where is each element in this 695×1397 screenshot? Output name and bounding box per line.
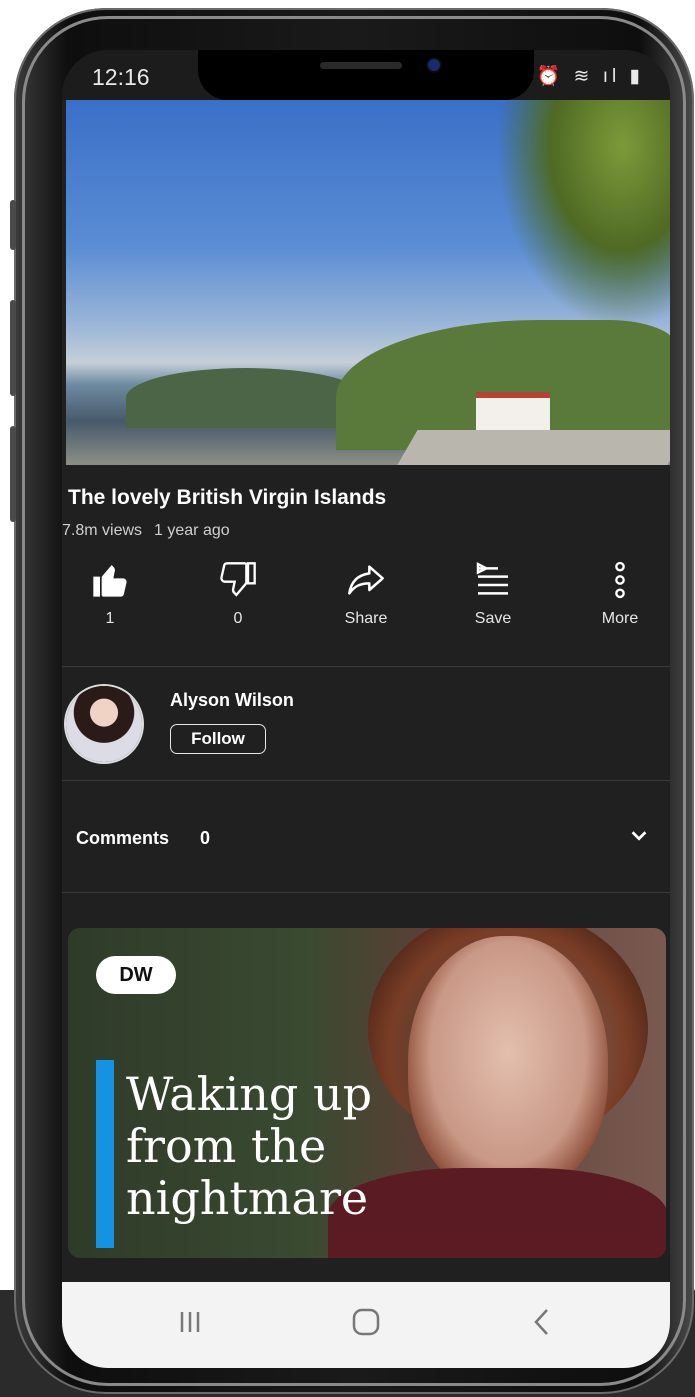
save-button[interactable]: Save [443,560,543,628]
phone-volume-up [10,300,16,396]
recent-apps-icon[interactable] [160,1302,220,1342]
system-nav-bar [62,1282,670,1368]
dislike-count: 0 [233,610,243,627]
divider [62,780,670,781]
like-button[interactable]: 1 [62,560,160,628]
headline-line: from the [126,1119,327,1173]
video-age: 1 year ago [154,522,230,539]
video-scene-palm [496,100,670,330]
like-count: 1 [105,610,115,627]
status-icons: ⏰ ≋ ıl ▮ [536,66,644,87]
share-icon [348,565,384,595]
video-title: The lovely British Virgin Islands [68,486,387,509]
phone-side-button [10,200,16,250]
more-label: More [601,610,639,627]
save-label: Save [474,610,512,627]
follow-button[interactable]: Follow [170,724,266,754]
front-camera [428,59,440,71]
video-meta: 7.8m views 1 year ago [62,522,242,540]
channel-name[interactable]: Alyson Wilson [170,690,294,711]
video-player[interactable] [66,100,670,465]
next-video-thumbnail[interactable]: DW Waking up from the nightmare [68,928,666,1258]
status-time: 12:16 [92,64,150,90]
headline-accent-bar [96,1060,114,1248]
comments-count: 0 [200,828,211,848]
thumbnail-headline: Waking up from the nightmare [126,1068,426,1224]
share-label: Share [344,610,388,627]
avatar[interactable] [66,686,142,762]
share-button[interactable]: Share [316,560,416,628]
comments-label: Comments [76,828,170,848]
speaker-grill [320,62,402,69]
phone-screen: 12:16 ⏰ ≋ ıl ▮ The lovely British Virgin… [62,50,670,1368]
save-playlist-icon [476,562,508,595]
home-icon[interactable] [336,1302,396,1342]
video-scene-hill [126,368,366,428]
thumbs-up-icon [93,565,127,597]
dislike-button[interactable]: 0 [188,560,288,628]
channel-row: Alyson Wilson Follow [62,668,670,780]
video-scene-beach [394,430,670,465]
headline-line: Waking up [126,1067,373,1121]
chevron-down-icon[interactable] [628,824,650,846]
back-icon[interactable] [512,1302,572,1342]
comments-row[interactable]: Comments 0 [62,782,670,892]
phone-volume-down [10,426,16,522]
notch [198,50,534,100]
more-button[interactable]: More [570,560,670,628]
thumbs-down-icon [220,562,256,597]
dw-logo: DW [96,956,176,994]
divider [62,666,670,667]
divider [62,892,670,893]
action-bar: 1 0 Share Save More [62,560,670,650]
headline-line: nightmare [126,1171,369,1225]
more-vertical-icon [615,561,625,599]
thumbnail-face [408,936,608,1196]
video-views: 7.8m views [62,522,143,539]
